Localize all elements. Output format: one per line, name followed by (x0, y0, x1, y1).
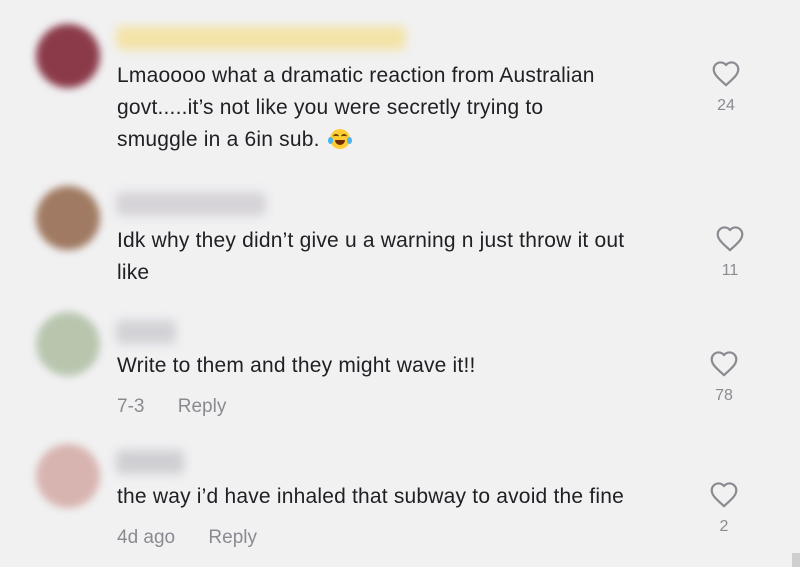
reply-button[interactable]: Reply (208, 527, 257, 548)
comment-text-line: Lmaoooo what a dramatic reaction from Au… (117, 64, 595, 87)
reply-button[interactable]: Reply (178, 396, 227, 417)
avatar[interactable] (36, 312, 100, 376)
username-blurred[interactable] (116, 320, 176, 344)
username-blurred[interactable] (116, 26, 406, 50)
avatar[interactable] (36, 24, 100, 88)
like-button[interactable]: 2 (704, 481, 744, 536)
comment-text-line: like (117, 261, 150, 284)
comment-text: Lmaoooo what a dramatic reaction from Au… (117, 60, 595, 156)
comment-feed: Lmaoooo what a dramatic reaction from Au… (0, 0, 800, 567)
face-with-tears-of-joy-icon (327, 129, 352, 149)
comment-date: 4d ago (117, 527, 176, 548)
scrollbar[interactable] (792, 553, 800, 567)
username-blurred[interactable] (116, 450, 184, 474)
comment-text: the way i’d have inhaled that subway to … (117, 481, 624, 513)
avatar[interactable] (36, 186, 100, 250)
comment-text-line: Idk why they didn’t give u a warning n j… (117, 229, 625, 252)
avatar[interactable] (36, 444, 100, 508)
username-blurred[interactable] (116, 192, 266, 216)
like-button[interactable]: 11 (710, 225, 750, 280)
heart-icon[interactable] (709, 350, 739, 377)
heart-icon[interactable] (711, 60, 741, 87)
heart-icon[interactable] (709, 481, 739, 508)
comment-meta: 4d ago Reply (117, 527, 257, 549)
like-button[interactable]: 78 (704, 350, 744, 405)
heart-icon[interactable] (715, 225, 745, 252)
like-count: 11 (721, 262, 739, 279)
comment-text-line: Write to them and they might wave it!! (117, 354, 476, 377)
comment-date: 7-3 (117, 396, 145, 417)
comment-meta: 7-3 Reply (117, 396, 226, 418)
like-count: 78 (715, 387, 733, 404)
comment-text-line: govt.....it’s not like you were secretly… (117, 96, 544, 119)
comment-text-line: the way i’d have inhaled that subway to … (117, 485, 624, 508)
like-count: 2 (719, 518, 729, 535)
like-button[interactable]: 24 (706, 60, 746, 115)
comment-text: Idk why they didn’t give u a warning n j… (117, 225, 624, 289)
comment-text-line: smuggle in a 6in sub. (117, 124, 595, 156)
comment-text: Write to them and they might wave it!! (117, 350, 476, 382)
like-count: 24 (717, 97, 735, 114)
